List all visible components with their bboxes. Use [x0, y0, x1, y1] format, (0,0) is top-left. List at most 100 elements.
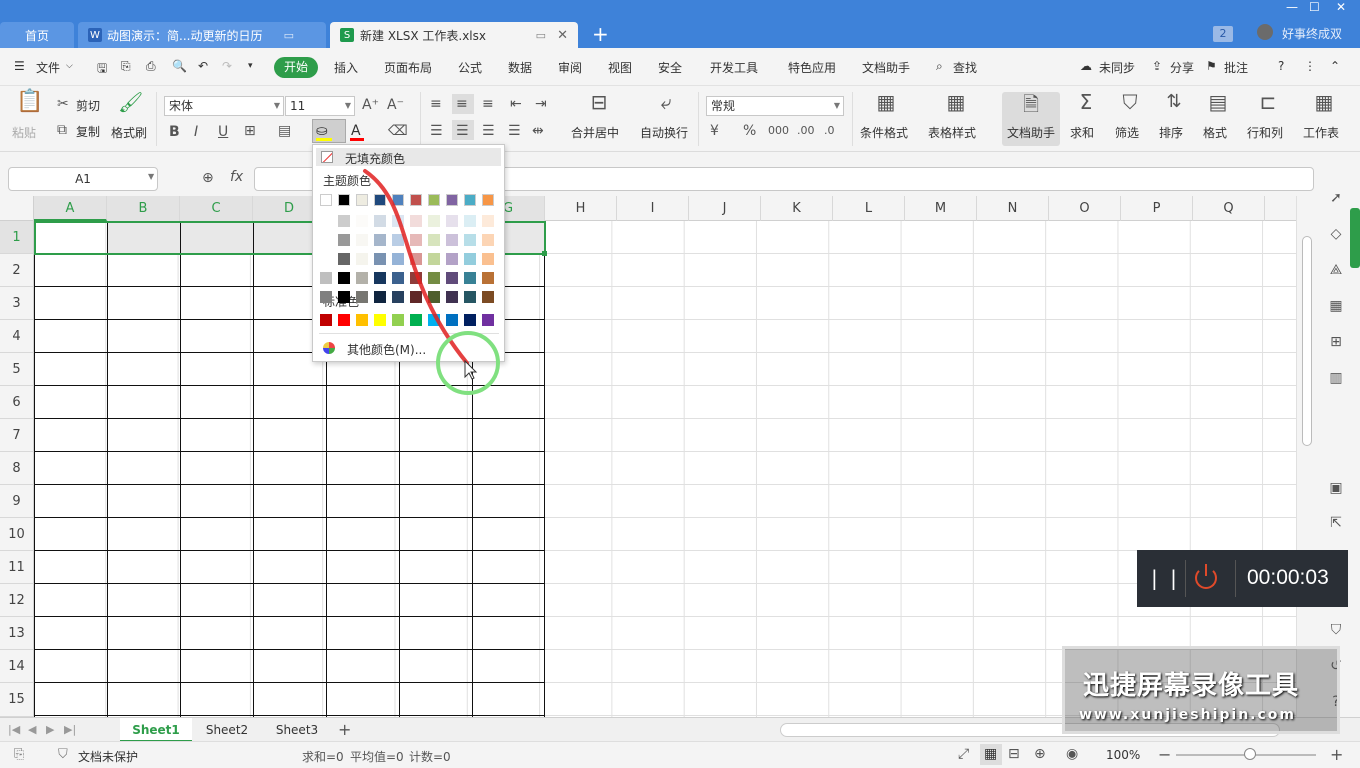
filter-label[interactable]: 筛选 [1115, 124, 1139, 141]
collapse-ribbon-icon[interactable]: ⌃ [1330, 59, 1340, 73]
theme-shade-swatch[interactable] [320, 253, 332, 265]
redo-icon[interactable]: ↷ [222, 59, 232, 73]
prev-sheet-icon[interactable]: ◀ [28, 718, 36, 742]
paste-icon[interactable]: 📋 [16, 91, 43, 113]
menu-view[interactable]: 视图 [608, 59, 632, 76]
font-size-select[interactable]: 11 ▼ [285, 96, 355, 116]
row-header-3[interactable]: 3 [0, 287, 34, 320]
shield-icon[interactable]: ⛉ [1326, 622, 1346, 638]
col-header-Q[interactable]: Q [1193, 196, 1265, 221]
format-icon[interactable]: ▤ [1206, 92, 1230, 112]
page-layout-icon[interactable]: ⊕ [1034, 746, 1046, 762]
minimize-icon[interactable]: — [1286, 0, 1298, 14]
number-format-select[interactable]: 常规 ▼ [706, 96, 844, 116]
chevron-down-icon[interactable]: ▼ [148, 172, 154, 181]
justify-icon[interactable]: ☰ [508, 123, 521, 139]
row-header-4[interactable]: 4 [0, 320, 34, 353]
row-header-13[interactable]: 13 [0, 617, 34, 650]
indent-decrease-icon[interactable]: ⇤ [510, 96, 522, 112]
format-painter-icon[interactable]: 🖌 [118, 92, 143, 112]
decrease-font-icon[interactable]: A⁻ [387, 97, 404, 113]
standard-color-swatch[interactable] [320, 314, 332, 326]
row-header-9[interactable]: 9 [0, 485, 34, 518]
menu-data[interactable]: 数据 [508, 59, 532, 76]
menu-formula[interactable]: 公式 [458, 59, 482, 76]
font-family-select[interactable]: 宋体 ▼ [164, 96, 284, 116]
col-header-A[interactable]: A [34, 196, 107, 221]
bold-icon[interactable]: B [169, 124, 180, 140]
grid-icon[interactable]: ⊞ [1326, 334, 1346, 350]
tab-doc-calendar[interactable]: W 动图演示：简...动更新的日历 ▭ [78, 22, 326, 48]
theme-shade-swatch[interactable] [320, 234, 332, 246]
copy-icon[interactable]: ⧉ [57, 122, 67, 138]
name-box[interactable]: A1 [8, 167, 158, 191]
share-out-icon[interactable]: ⇱ [1326, 515, 1346, 531]
increase-font-icon[interactable]: A⁺ [362, 97, 379, 113]
cut-label[interactable]: 剪切 [76, 97, 100, 114]
border-icon[interactable]: ⊞ [244, 123, 256, 139]
col-header-B[interactable]: B [107, 196, 180, 221]
align-center-icon[interactable]: ☰ [456, 123, 469, 139]
row-header-1[interactable]: 1 [0, 221, 34, 254]
page-break-icon[interactable]: ⊟ [1008, 746, 1020, 762]
row-header-14[interactable]: 14 [0, 650, 34, 683]
row-header-12[interactable]: 12 [0, 584, 34, 617]
menu-security[interactable]: 安全 [658, 59, 682, 76]
percent-icon[interactable]: % [743, 123, 756, 139]
chevron-down-icon[interactable]: ⌵ [66, 61, 73, 71]
tab-workbook[interactable]: S 新建 XLSX 工作表.xlsx ▭ ✕ [330, 22, 578, 48]
theme-shade-swatch[interactable] [338, 253, 350, 265]
table-style-icon[interactable]: ▦ [944, 92, 968, 112]
copy-label[interactable]: 复制 [76, 123, 100, 140]
font-color-icon[interactable]: A [351, 123, 361, 139]
sync-status[interactable]: 未同步 [1099, 59, 1135, 76]
add-sheet-icon[interactable]: + [338, 718, 351, 742]
row-header-2[interactable]: 2 [0, 254, 34, 287]
theme-shade-swatch[interactable] [338, 234, 350, 246]
italic-icon[interactable]: I [194, 124, 198, 140]
theme-color-swatch[interactable] [320, 194, 332, 206]
fill-handle[interactable] [542, 251, 547, 256]
sum-label[interactable]: 求和 [1070, 124, 1094, 141]
menu-page-layout[interactable]: 页面布局 [384, 59, 432, 76]
paste-label[interactable]: 粘贴 [12, 124, 36, 141]
eye-icon[interactable]: ◉ [1066, 746, 1078, 762]
new-tab-icon[interactable]: + [592, 22, 609, 46]
help-icon[interactable]: ? [1278, 59, 1284, 73]
window-count-badge[interactable]: 2 [1213, 26, 1233, 42]
first-sheet-icon[interactable]: |◀ [8, 718, 20, 742]
zoom-slider-handle[interactable] [1244, 748, 1256, 760]
align-right-icon[interactable]: ☰ [482, 123, 495, 139]
theme-shade-swatch[interactable] [320, 215, 332, 227]
menu-start[interactable]: 开始 [274, 57, 318, 78]
table-style-label[interactable]: 表格样式 [928, 124, 976, 141]
align-middle-icon[interactable]: ≡ [456, 96, 468, 112]
row-header-6[interactable]: 6 [0, 386, 34, 419]
fullscreen-icon[interactable]: ⤢ [958, 746, 969, 762]
more-options-icon[interactable]: ⋮ [1304, 59, 1316, 73]
col-header-O[interactable]: O [1049, 196, 1121, 221]
wrap-text-icon[interactable]: ⤶ [654, 92, 678, 112]
menu-features[interactable]: 特色应用 [788, 59, 836, 76]
align-top-icon[interactable]: ≡ [430, 96, 442, 112]
menu-doc-helper[interactable]: 文档助手 [862, 59, 910, 76]
row-header-15[interactable]: 15 [0, 683, 34, 717]
col-header-P[interactable]: P [1121, 196, 1193, 221]
col-header-K[interactable]: K [761, 196, 833, 221]
col-header-N[interactable]: N [977, 196, 1049, 221]
col-header-I[interactable]: I [617, 196, 689, 221]
tab-home[interactable]: 首页 [0, 22, 74, 48]
last-sheet-icon[interactable]: ▶| [64, 718, 76, 742]
conditional-format-icon[interactable]: ▦ [874, 92, 898, 112]
row-header-7[interactable]: 7 [0, 419, 34, 452]
save-icon[interactable]: 🖫 [97, 59, 107, 80]
theme-shade-swatch[interactable] [320, 272, 332, 284]
thousands-icon[interactable]: 000 [768, 123, 789, 139]
pointer-icon[interactable]: ➚ [1326, 190, 1346, 206]
distribute-icon[interactable]: ⇹ [532, 123, 544, 139]
format-painter-label[interactable]: 格式刷 [111, 124, 147, 141]
sidebar-toggle[interactable] [1350, 208, 1360, 268]
zoom-formula-icon[interactable]: ⊕ [202, 170, 214, 186]
menu-search[interactable]: 查找 [953, 59, 977, 76]
chart-icon[interactable]: ▥ [1326, 370, 1346, 386]
